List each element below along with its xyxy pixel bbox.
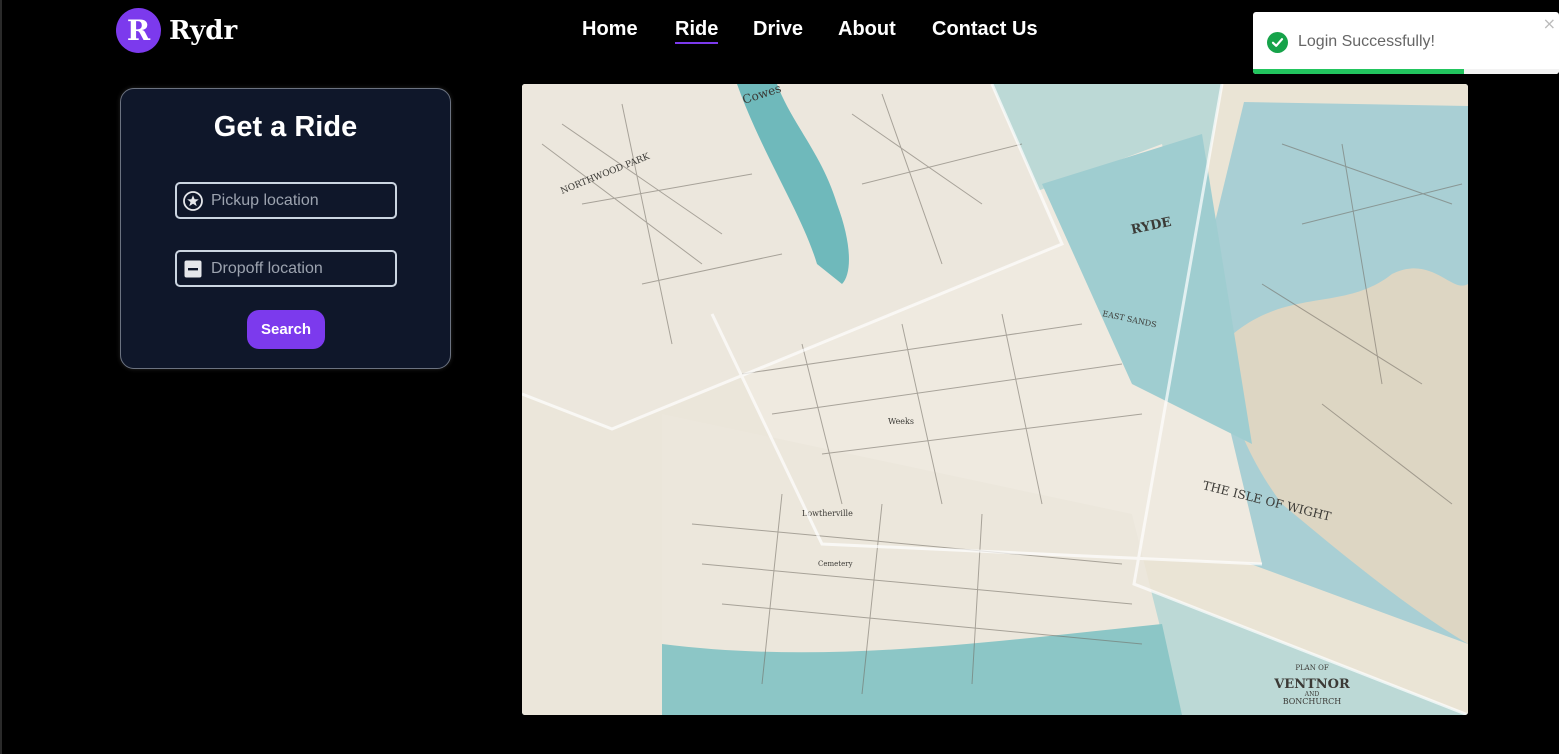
close-icon[interactable]: × (1543, 16, 1556, 32)
minus-square-icon (183, 259, 203, 279)
login-success-toast[interactable]: Login Successfully! × (1253, 12, 1559, 74)
search-button[interactable]: Search (247, 310, 325, 349)
star-circle-icon (183, 190, 203, 211)
map-label-cemetery: Cemetery (818, 560, 853, 568)
nav-link-home[interactable]: Home (582, 18, 638, 41)
nav-link-about[interactable]: About (838, 18, 896, 41)
map-label-weeks: Weeks (888, 417, 914, 426)
nav-link-drive[interactable]: Drive (753, 18, 803, 41)
toast-message: Login Successfully! (1298, 33, 1435, 50)
check-circle-icon (1267, 32, 1288, 53)
nav-link-contact-us[interactable]: Contact Us (932, 18, 1038, 41)
pickup-field[interactable] (175, 182, 397, 219)
nav-link-ride[interactable]: Ride (675, 18, 719, 44)
map-label-plan-of: PLAN OF (1295, 664, 1329, 672)
toast-progress-track (1253, 69, 1559, 74)
map-label-bonchurch: BONCHURCH (1283, 697, 1342, 706)
card-title: Get a Ride (213, 111, 358, 143)
app-viewport: R Rydr Home Ride Drive About Contact Us … (0, 0, 1559, 754)
toast-progress-bar (1253, 69, 1465, 74)
pickup-location-input[interactable] (211, 191, 391, 210)
map-label-ventnor: VENTNOR (1273, 677, 1350, 692)
dropoff-field[interactable] (175, 250, 397, 287)
hero-map-image: NORTHWOOD PARK Cowes RYDE EAST SANDS THE… (522, 84, 1468, 715)
get-a-ride-card: Get a Ride Search (120, 88, 451, 369)
dropoff-location-input[interactable] (211, 259, 391, 278)
